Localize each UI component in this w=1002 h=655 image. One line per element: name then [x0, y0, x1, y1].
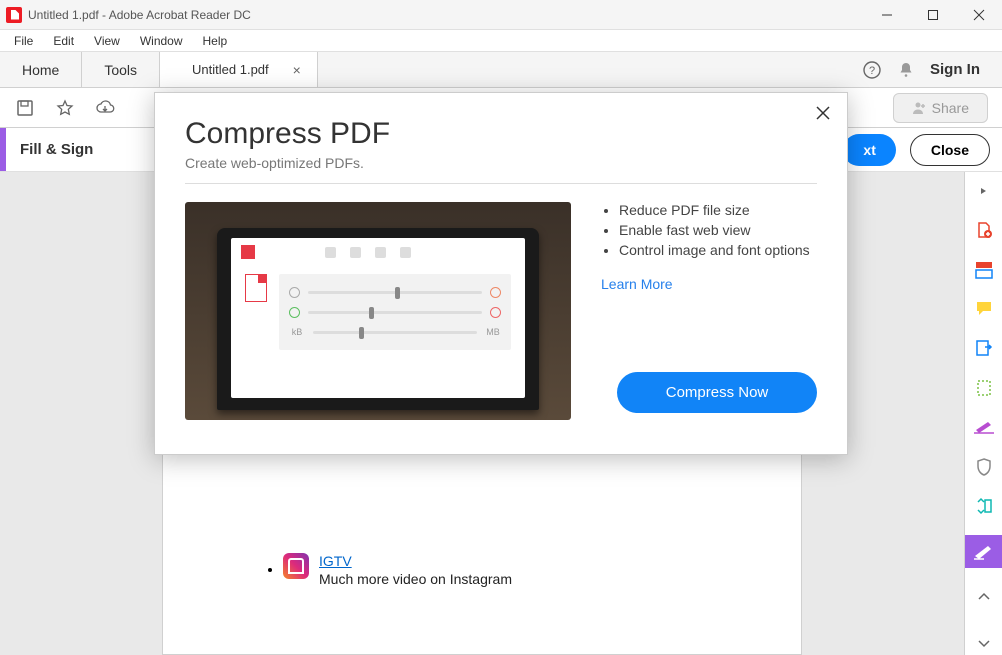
fill-sign-tool-icon[interactable] — [965, 535, 1002, 568]
minimize-button[interactable] — [864, 0, 910, 30]
menu-view[interactable]: View — [84, 32, 130, 50]
scroll-up-icon[interactable] — [973, 586, 995, 607]
redact-icon[interactable] — [973, 417, 995, 438]
dialog-subtitle: Create web-optimized PDFs. — [185, 155, 817, 171]
compress-now-button[interactable]: Compress Now — [617, 372, 817, 413]
export-pdf-icon[interactable] — [973, 338, 995, 359]
preview-image: kBMB — [185, 202, 571, 420]
close-button[interactable]: Close — [910, 134, 990, 166]
person-add-icon — [912, 101, 926, 115]
acrobat-app-icon — [6, 7, 22, 23]
bullet-2: Enable fast web view — [619, 222, 817, 238]
fill-sign-label: Fill & Sign — [6, 141, 107, 158]
create-pdf-icon[interactable] — [973, 219, 995, 240]
protect-icon[interactable] — [973, 456, 995, 477]
scroll-down-icon[interactable] — [973, 634, 995, 655]
igtv-icon — [283, 553, 309, 579]
igtv-link[interactable]: IGTV — [319, 553, 352, 569]
learn-more-link[interactable]: Learn More — [601, 276, 673, 292]
sign-in-button[interactable]: Sign In — [930, 61, 980, 78]
menu-bar: File Edit View Window Help — [0, 30, 1002, 52]
dialog-title: Compress PDF — [185, 117, 817, 151]
combine-files-icon[interactable] — [973, 259, 995, 280]
tab-close-icon[interactable]: × — [293, 62, 301, 78]
window-title: Untitled 1.pdf - Adobe Acrobat Reader DC — [28, 8, 864, 22]
title-bar: Untitled 1.pdf - Adobe Acrobat Reader DC — [0, 0, 1002, 30]
comment-icon[interactable] — [973, 298, 995, 319]
cloud-icon[interactable] — [94, 97, 116, 119]
window-close-button[interactable] — [956, 0, 1002, 30]
menu-help[interactable]: Help — [193, 32, 238, 50]
tools-side-rail — [964, 172, 1002, 655]
tab-document[interactable]: Untitled 1.pdf × — [160, 52, 318, 87]
tab-tools[interactable]: Tools — [82, 52, 160, 87]
star-icon[interactable] — [54, 97, 76, 119]
tab-home[interactable]: Home — [0, 52, 82, 87]
dialog-close-icon[interactable] — [815, 105, 833, 123]
menu-file[interactable]: File — [4, 32, 43, 50]
feature-bullets: Reduce PDF file size Enable fast web vie… — [601, 202, 817, 258]
tab-document-label: Untitled 1.pdf — [192, 62, 269, 77]
compress-pdf-dialog: Compress PDF Create web-optimized PDFs. … — [154, 92, 848, 455]
menu-edit[interactable]: Edit — [43, 32, 84, 50]
compress-pdf-icon[interactable] — [973, 496, 995, 517]
share-label: Share — [932, 100, 969, 116]
menu-window[interactable]: Window — [130, 32, 193, 50]
svg-text:?: ? — [869, 65, 875, 77]
igtv-subtitle: Much more video on Instagram — [319, 571, 512, 587]
organize-pages-icon[interactable] — [973, 377, 995, 398]
tab-bar: Home Tools Untitled 1.pdf × ? Sign In — [0, 52, 1002, 88]
share-button: Share — [893, 93, 988, 123]
expand-rail-icon[interactable] — [973, 180, 995, 201]
maximize-button[interactable] — [910, 0, 956, 30]
next-button[interactable]: xt — [843, 134, 895, 166]
bullet-1: Reduce PDF file size — [619, 202, 817, 218]
save-icon[interactable] — [14, 97, 36, 119]
bullet-3: Control image and font options — [619, 242, 817, 258]
bell-icon[interactable] — [896, 60, 916, 80]
help-icon[interactable]: ? — [862, 60, 882, 80]
